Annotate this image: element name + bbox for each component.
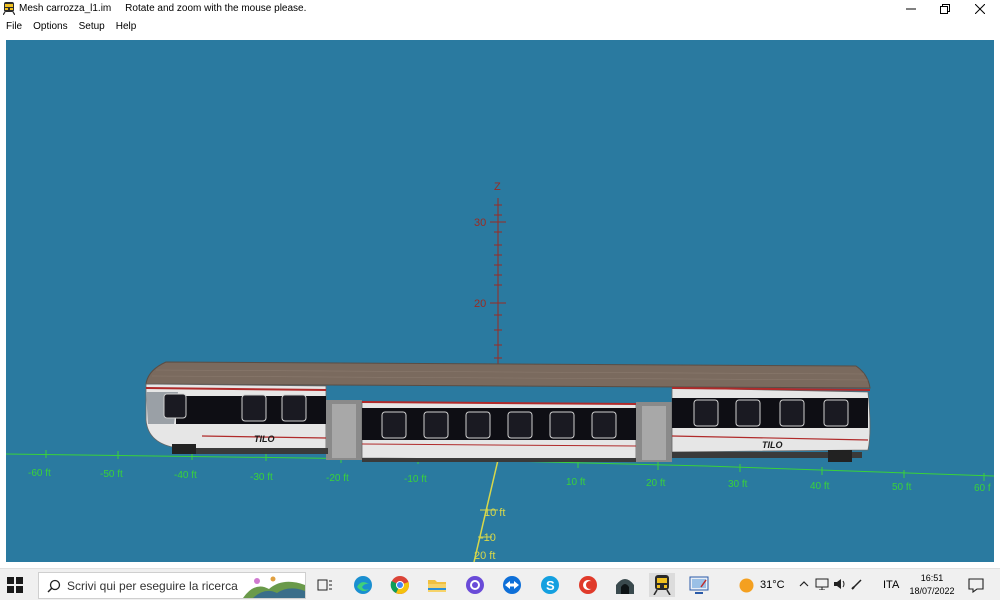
menu-options[interactable]: Options [27,21,72,32]
tunnel-icon [616,579,634,594]
z-tick-label: 20 [474,298,486,310]
folder-icon [428,580,446,592]
menu-setup[interactable]: Setup [73,21,110,32]
github-app-button[interactable] [462,573,488,597]
task-view-button[interactable] [312,573,338,597]
windows-start-icon[interactable] [6,576,24,594]
ccleaner-icon [579,576,597,594]
file-explorer-button[interactable] [424,573,450,597]
livery-logo-right: TILO [762,440,783,450]
chevron-up-icon[interactable] [799,579,809,589]
restore-icon [940,4,950,14]
ccleaner-app-button[interactable] [575,573,601,597]
x-tick-label: -30 ft [250,472,273,483]
3d-viewport[interactable]: -60 ft -50 ft -40 ft -30 ft -20 ft -10 f… [6,40,994,562]
network-icon[interactable] [815,578,829,590]
svg-text:S: S [546,578,555,593]
clock-date: 18/07/2022 [909,586,955,596]
x-tick-label: -10 ft [404,474,427,485]
taskbar-search-box[interactable]: Scrivi qui per eseguire la ricerca [38,572,306,599]
x-tick-label: -60 ft [28,468,51,479]
notification-icon[interactable] [968,577,984,593]
train-carriage-model[interactable]: TILO TILO [145,361,871,462]
menu-bar: File Options Setup Help [0,18,1000,34]
speaker-icon[interactable] [833,578,847,590]
y-tick-label: 20 ft [474,550,495,562]
z-axis-label: Z [494,181,501,193]
livery-logo-left: TILO [254,434,275,444]
search-placeholder: Scrivi qui per eseguire la ricerca [67,578,238,593]
input-language[interactable]: ITA [883,579,899,591]
weather-sun-icon[interactable] [739,578,754,593]
tunnel-app-button[interactable] [612,573,638,597]
menu-file[interactable]: File [0,21,27,32]
clock-time: 16:51 [920,573,944,583]
train-app-icon [3,2,15,15]
x-tick-label: 40 ft [810,481,830,492]
edge-app-button[interactable] [350,573,376,597]
x-tick-label: -40 ft [174,470,197,481]
x-tick-label: 60 f [974,483,991,494]
pen-icon[interactable] [851,578,863,590]
y-tick-label: 10 ft [484,507,505,519]
chrome-app-button[interactable] [387,573,413,597]
edge-icon [354,576,372,594]
teamviewer-app-button[interactable] [499,573,525,597]
z-tick-label: 30 [474,217,486,229]
octocat-icon [466,576,484,594]
x-tick-label: 20 ft [646,478,666,489]
teamviewer-icon [503,576,521,594]
chrome-icon [390,576,409,594]
system-clock[interactable]: 16:51 18/07/2022 [906,572,958,598]
x-tick-label: 50 ft [892,482,912,493]
monitor-pen-icon [689,576,709,594]
window-title: Mesh carrozza_l1.im Rotate and zoom with… [19,3,307,14]
snipping-app-button[interactable] [686,573,712,597]
minimize-button[interactable] [894,0,928,18]
title-bar: Mesh carrozza_l1.im Rotate and zoom with… [0,0,1000,18]
x-tick-label: -50 ft [100,469,123,480]
minimize-icon [906,8,916,10]
weather-temperature[interactable]: 31°C [760,579,785,591]
skype-app-button[interactable]: S [537,573,563,597]
close-button[interactable] [963,0,997,18]
x-tick-label: -20 ft [326,473,349,484]
task-view-icon [317,579,332,591]
y-tick-label: -10 [480,532,496,544]
x-tick-label: 10 ft [566,477,586,488]
search-highlight-illustration [243,576,305,598]
menu-help[interactable]: Help [110,21,142,32]
skype-icon: S [541,576,559,594]
train-icon [653,575,671,595]
restore-button[interactable] [928,0,962,18]
close-icon [975,4,985,14]
search-icon [47,579,61,593]
scene-canvas[interactable]: -60 ft -50 ft -40 ft -30 ft -20 ft -10 f… [6,40,994,562]
x-tick-label: 30 ft [728,479,748,490]
mesh-viewer-app-button[interactable] [649,573,675,597]
taskbar: Scrivi qui per eseguire la ricerca S 31°… [0,568,1000,600]
